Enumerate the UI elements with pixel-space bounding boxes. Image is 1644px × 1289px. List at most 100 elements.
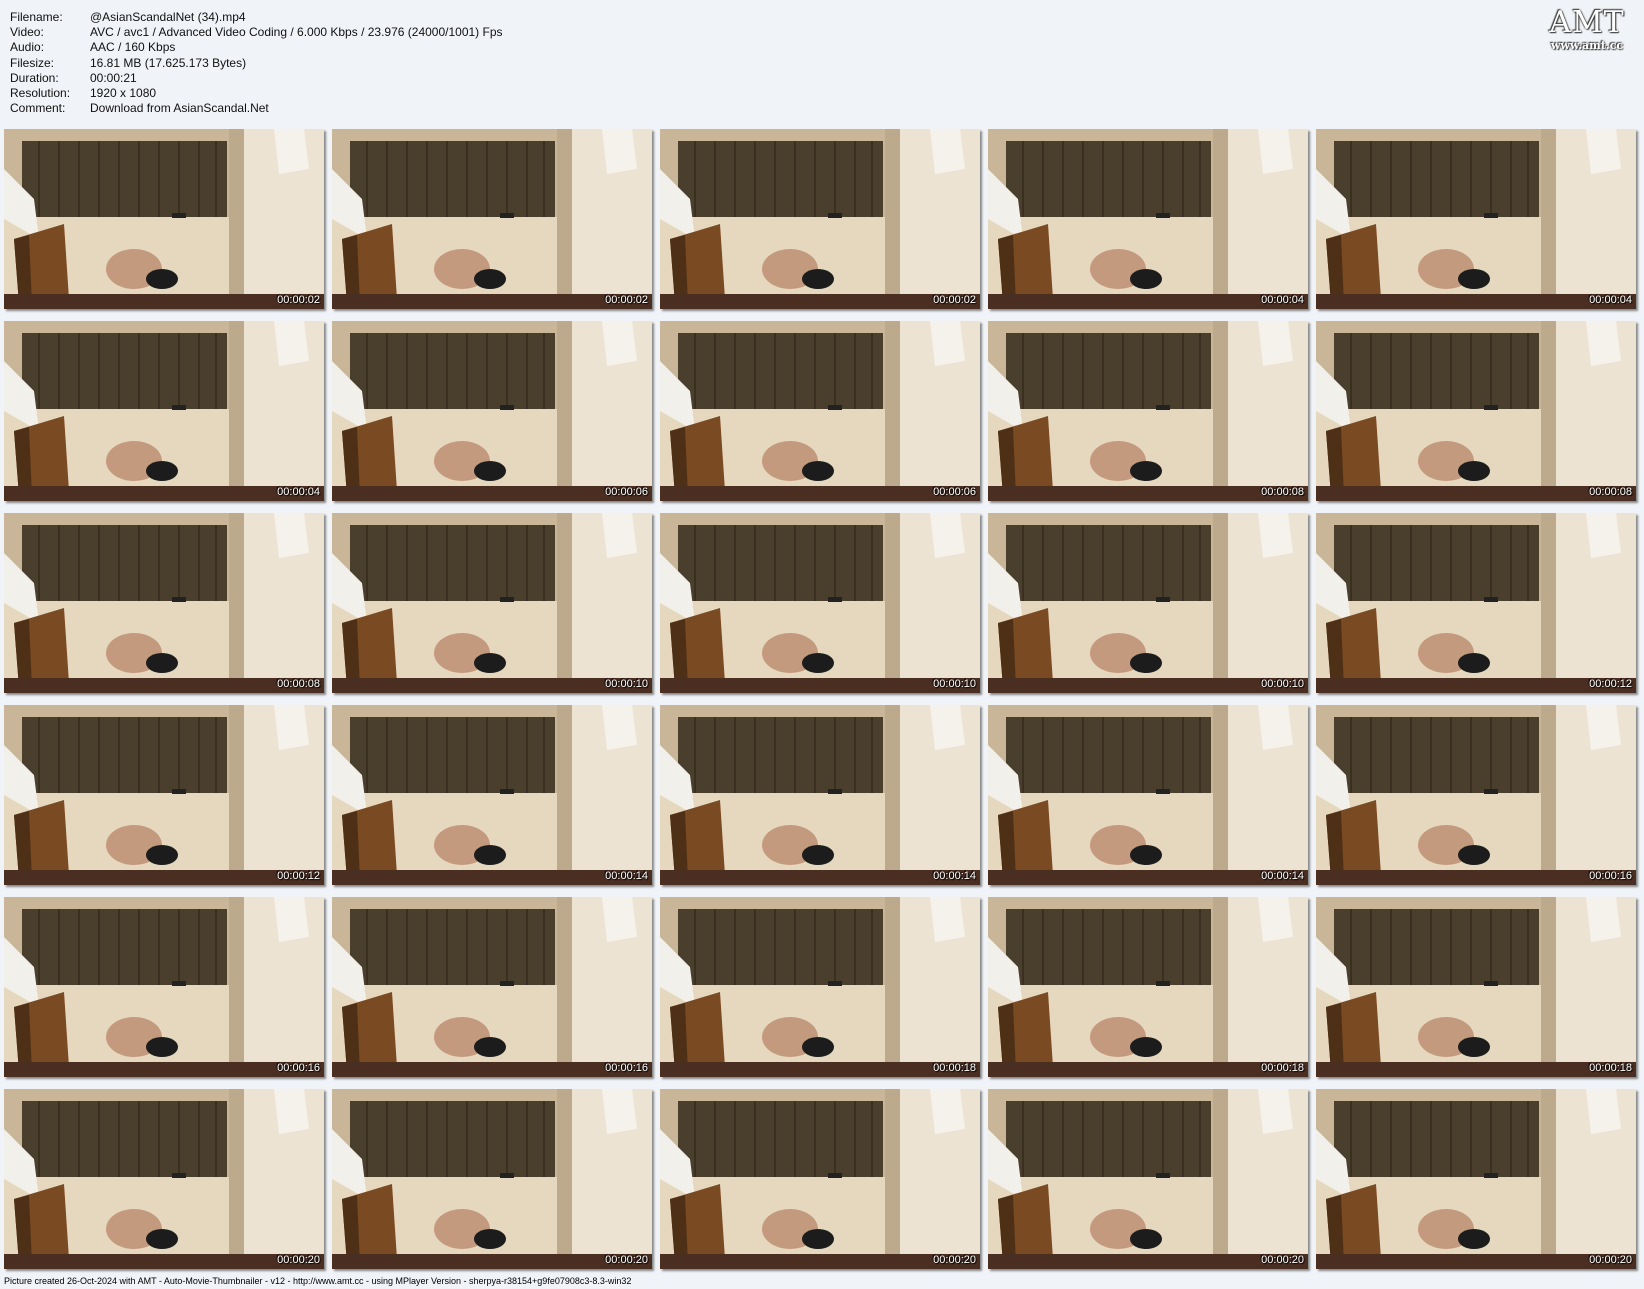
video-frame-image (332, 513, 652, 693)
meta-row: Comment: Download from AsianScandal.Net (10, 101, 503, 116)
meta-key: Filename: (10, 10, 63, 24)
video-frame-image (332, 1089, 652, 1269)
video-frame-image (1316, 897, 1636, 1077)
video-thumbnail: 00:00:04 (1316, 129, 1636, 309)
thumbnail-timestamp: 00:00:16 (277, 1062, 320, 1074)
thumbnail-timestamp: 00:00:18 (1261, 1062, 1304, 1074)
meta-value: 00:00:21 (90, 70, 137, 85)
video-thumbnail: 00:00:02 (4, 129, 324, 309)
meta-row: Filesize: 16.81 MB (17.625.173 Bytes) (10, 56, 503, 71)
video-thumbnail: 00:00:16 (332, 897, 652, 1077)
video-frame-image (660, 897, 980, 1077)
thumbnail-timestamp: 00:00:06 (933, 486, 976, 498)
thumbnail-grid: 00:00:02 00:00:02 00:00:02 00:00:04 00:0… (4, 129, 1636, 1269)
video-frame-image (660, 705, 980, 885)
meta-value: @AsianScandalNet (34).mp4 (90, 10, 246, 24)
meta-value: AVC / avc1 / Advanced Video Coding / 6.0… (90, 25, 503, 40)
video-thumbnail: 00:00:04 (4, 321, 324, 501)
video-thumbnail: 00:00:02 (660, 129, 980, 309)
thumbnail-timestamp: 00:00:16 (605, 1062, 648, 1074)
video-frame-image (1316, 321, 1636, 501)
video-frame-image (988, 129, 1308, 309)
meta-value: Download from AsianScandal.Net (90, 101, 269, 116)
meta-row: Audio: AAC / 160 Kbps (10, 40, 503, 55)
video-thumbnail: 00:00:08 (988, 321, 1308, 501)
thumbnail-timestamp: 00:00:20 (1589, 1254, 1632, 1266)
video-thumbnail: 00:00:10 (332, 513, 652, 693)
video-thumbnail: 00:00:18 (660, 897, 980, 1077)
thumbnail-timestamp: 00:00:20 (933, 1254, 976, 1266)
logo-url: www.amt.cc (1550, 39, 1624, 52)
meta-value: AAC / 160 Kbps (90, 40, 176, 55)
thumbnail-timestamp: 00:00:12 (1589, 678, 1632, 690)
video-frame-image (332, 705, 652, 885)
thumbnail-timestamp: 00:00:10 (933, 678, 976, 690)
meta-key: Comment: (10, 101, 66, 116)
video-thumbnail: 00:00:08 (1316, 321, 1636, 501)
video-frame-image (1316, 705, 1636, 885)
thumbnail-timestamp: 00:00:18 (933, 1062, 976, 1074)
video-thumbnail: 00:00:12 (4, 705, 324, 885)
video-thumbnail: 00:00:20 (1316, 1089, 1636, 1269)
video-thumbnail: 00:00:18 (988, 897, 1308, 1077)
logo-mark: AMT (1549, 5, 1625, 40)
video-thumbnail: 00:00:16 (1316, 705, 1636, 885)
thumbnail-timestamp: 00:00:04 (1589, 294, 1632, 306)
video-frame-image (660, 1089, 980, 1269)
thumbnail-timestamp: 00:00:14 (1261, 870, 1304, 882)
video-thumbnail: 00:00:18 (1316, 897, 1636, 1077)
video-frame-image (988, 1089, 1308, 1269)
file-info: Filename: @AsianScandalNet (34).mp4 Video… (10, 10, 503, 116)
thumbnail-timestamp: 00:00:02 (277, 294, 320, 306)
video-thumbnail: 00:00:14 (988, 705, 1308, 885)
thumbnail-timestamp: 00:00:16 (1589, 870, 1632, 882)
video-frame-image (988, 321, 1308, 501)
video-frame-image (332, 897, 652, 1077)
video-frame-image (988, 705, 1308, 885)
video-thumbnail: 00:00:12 (1316, 513, 1636, 693)
video-frame-image (332, 129, 652, 309)
video-thumbnail: 00:00:14 (660, 705, 980, 885)
video-frame-image (660, 321, 980, 501)
video-thumbnail: 00:00:10 (660, 513, 980, 693)
video-thumbnail: 00:00:20 (660, 1089, 980, 1269)
meta-value: 16.81 MB (17.625.173 Bytes) (90, 55, 247, 70)
thumbnail-timestamp: 00:00:04 (277, 486, 320, 498)
video-thumbnail: 00:00:06 (332, 321, 652, 501)
video-thumbnail: 00:00:10 (988, 513, 1308, 693)
video-frame-image (4, 705, 324, 885)
video-frame-image (4, 513, 324, 693)
meta-key: Resolution: (10, 86, 71, 101)
thumbnail-timestamp: 00:00:18 (1589, 1062, 1632, 1074)
video-thumbnail: 00:00:20 (4, 1089, 324, 1269)
video-frame-image (988, 513, 1308, 693)
thumbnail-timestamp: 00:00:02 (605, 294, 648, 306)
video-frame-image (4, 321, 324, 501)
video-frame-image (660, 129, 980, 309)
video-frame-image (332, 321, 652, 501)
thumbnail-timestamp: 00:00:04 (1261, 294, 1304, 306)
video-frame-image (4, 129, 324, 309)
meta-value: 1920 x 1080 (90, 86, 157, 101)
video-frame-image (4, 897, 324, 1077)
thumbnail-timestamp: 00:00:20 (605, 1254, 648, 1266)
thumbnail-timestamp: 00:00:12 (277, 870, 320, 882)
video-frame-image (1316, 513, 1636, 693)
video-frame-image (660, 513, 980, 693)
meta-key: Filesize: (10, 55, 55, 70)
meta-key: Video: (10, 25, 44, 40)
video-frame-image (1316, 129, 1636, 309)
thumbnail-timestamp: 00:00:20 (277, 1254, 320, 1266)
thumbnail-timestamp: 00:00:14 (605, 870, 648, 882)
video-thumbnail: 00:00:20 (988, 1089, 1308, 1269)
video-thumbnail: 00:00:02 (332, 129, 652, 309)
video-thumbnail: 00:00:16 (4, 897, 324, 1077)
thumbnail-timestamp: 00:00:02 (933, 294, 976, 306)
thumbnail-timestamp: 00:00:14 (933, 870, 976, 882)
meta-row: Duration: 00:00:21 (10, 71, 503, 86)
meta-row: Video: AVC / avc1 / Advanced Video Coding… (10, 25, 503, 40)
thumbnail-timestamp: 00:00:08 (277, 678, 320, 690)
footer-credit: Picture created 26-Oct-2024 with AMT - A… (4, 1276, 632, 1286)
meta-row: Filename: @AsianScandalNet (34).mp4 (10, 10, 503, 25)
video-thumbnail: 00:00:14 (332, 705, 652, 885)
